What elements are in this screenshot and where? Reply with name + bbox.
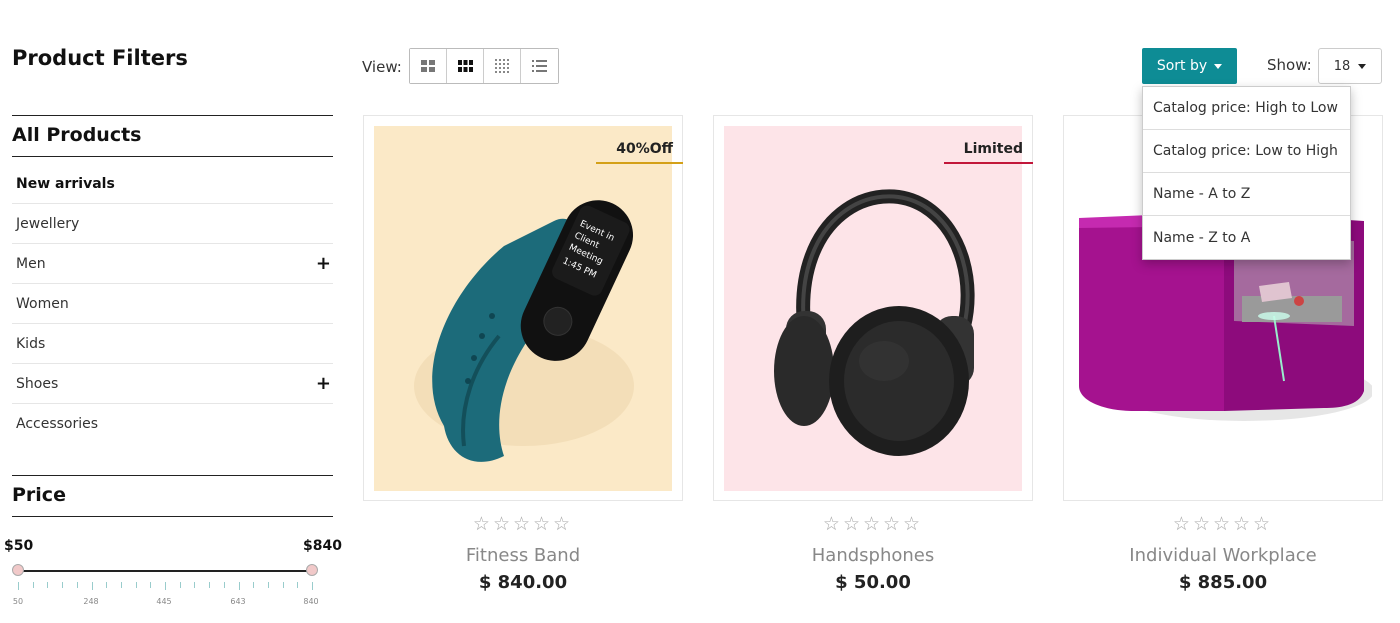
view-grid-large-button[interactable] xyxy=(410,49,447,83)
expand-plus-icon[interactable]: + xyxy=(316,254,333,273)
sort-option-price-low-high[interactable]: Catalog price: Low to High xyxy=(1143,130,1350,173)
price-slider-ticks xyxy=(18,582,313,590)
price-min-label: $50 xyxy=(4,538,34,554)
slider-tick xyxy=(194,582,196,588)
price-tick-labels: 50 248 445 643 840 xyxy=(12,597,332,609)
view-list-button[interactable] xyxy=(521,49,558,83)
filters-title: Product Filters xyxy=(12,46,188,70)
rating-stars[interactable]: ☆☆☆☆☆ xyxy=(363,513,683,535)
rating-stars[interactable]: ☆☆☆☆☆ xyxy=(713,513,1033,535)
product-image[interactable] xyxy=(724,126,1022,491)
product-badge: 40%Off xyxy=(596,136,683,164)
slider-tick xyxy=(209,582,211,588)
slider-tick xyxy=(47,582,49,588)
price-slider-track[interactable] xyxy=(18,570,312,572)
slider-tick xyxy=(165,582,166,590)
price-slider-max-handle[interactable] xyxy=(306,564,318,576)
product-name[interactable]: Individual Workplace xyxy=(1063,545,1383,566)
all-products-label: All Products xyxy=(12,124,142,146)
show-count-select[interactable]: 18 xyxy=(1318,48,1382,84)
slider-tick xyxy=(32,582,34,588)
product-name[interactable]: Fitness Band xyxy=(363,545,683,566)
product-price: $ 50.00 xyxy=(835,572,911,593)
slider-tick xyxy=(91,582,93,590)
tick-label: 50 xyxy=(12,597,24,606)
all-products-header[interactable]: All Products xyxy=(12,115,333,157)
view-mode-group xyxy=(409,48,559,84)
grid-small-icon xyxy=(494,58,509,73)
slider-tick xyxy=(120,582,122,588)
slider-tick xyxy=(179,582,181,588)
price-slider-min-handle[interactable] xyxy=(12,564,24,576)
sort-by-button[interactable]: Sort by xyxy=(1142,48,1237,84)
sort-by-label: Sort by xyxy=(1156,58,1208,74)
slider-tick xyxy=(106,582,108,588)
category-list: New arrivals Jewellery Men + Women Kids S… xyxy=(12,164,333,444)
price-range-values: $50 $840 xyxy=(4,538,342,554)
product-price: $ 885.00 xyxy=(1178,572,1268,593)
category-kids[interactable]: Kids xyxy=(12,324,333,364)
slider-tick xyxy=(135,582,137,588)
sort-option-price-high-low[interactable]: Catalog price: High to Low xyxy=(1143,87,1350,130)
slider-tick xyxy=(18,582,19,590)
slider-tick xyxy=(223,582,225,588)
price-header: Price xyxy=(12,475,333,517)
category-new-arrivals[interactable]: New arrivals xyxy=(12,164,333,204)
price-title: Price xyxy=(12,484,66,506)
chevron-down-icon xyxy=(1358,63,1367,69)
slider-tick xyxy=(312,582,313,590)
view-label: View: xyxy=(362,58,402,76)
show-label: Show: xyxy=(1267,56,1312,74)
sort-dropdown-menu: Catalog price: High to Low Catalog price… xyxy=(1142,86,1351,260)
sort-option-name-a-z[interactable]: Name - A to Z xyxy=(1143,173,1350,216)
headphones-image xyxy=(774,189,975,456)
slider-tick xyxy=(62,582,64,588)
show-count-value: 18 xyxy=(1333,58,1351,74)
fitness-band-image: Event in Client Meeting 1:45 PM xyxy=(414,200,634,462)
tick-label: 248 xyxy=(83,597,99,606)
slider-tick xyxy=(282,582,284,588)
product-name[interactable]: Handsphones xyxy=(713,545,1033,566)
slider-tick xyxy=(150,582,152,588)
product-card-handsphones[interactable]: Limited xyxy=(713,115,1033,501)
product-price: $ 840.00 xyxy=(478,572,568,593)
tick-label: 445 xyxy=(156,597,172,606)
slider-tick xyxy=(253,582,255,588)
slider-tick xyxy=(76,582,78,588)
category-women[interactable]: Women xyxy=(12,284,333,324)
view-grid-small-button[interactable] xyxy=(484,49,521,83)
product-image[interactable]: Event in Client Meeting 1:45 PM xyxy=(374,126,672,491)
category-accessories[interactable]: Accessories xyxy=(12,404,333,444)
slider-tick xyxy=(297,582,299,588)
grid-medium-icon xyxy=(457,60,473,72)
slider-tick xyxy=(267,582,269,588)
category-jewellery[interactable]: Jewellery xyxy=(12,204,333,244)
chevron-down-icon xyxy=(1214,63,1223,69)
rating-stars[interactable]: ☆☆☆☆☆ xyxy=(1063,513,1383,535)
sort-option-name-z-a[interactable]: Name - Z to A xyxy=(1143,216,1350,259)
tick-label: 643 xyxy=(230,597,246,606)
expand-plus-icon[interactable]: + xyxy=(316,374,333,393)
product-badge: Limited xyxy=(943,136,1033,164)
slider-tick xyxy=(238,582,240,590)
view-grid-medium-button[interactable] xyxy=(447,49,484,83)
product-card-fitness-band[interactable]: Event in Client Meeting 1:45 PM 40%Off xyxy=(363,115,683,501)
tick-label: 840 xyxy=(303,597,319,606)
category-men[interactable]: Men + xyxy=(12,244,333,284)
category-shoes[interactable]: Shoes + xyxy=(12,364,333,404)
grid-large-icon xyxy=(421,60,435,72)
price-max-label: $840 xyxy=(303,538,342,554)
list-icon xyxy=(532,60,547,72)
